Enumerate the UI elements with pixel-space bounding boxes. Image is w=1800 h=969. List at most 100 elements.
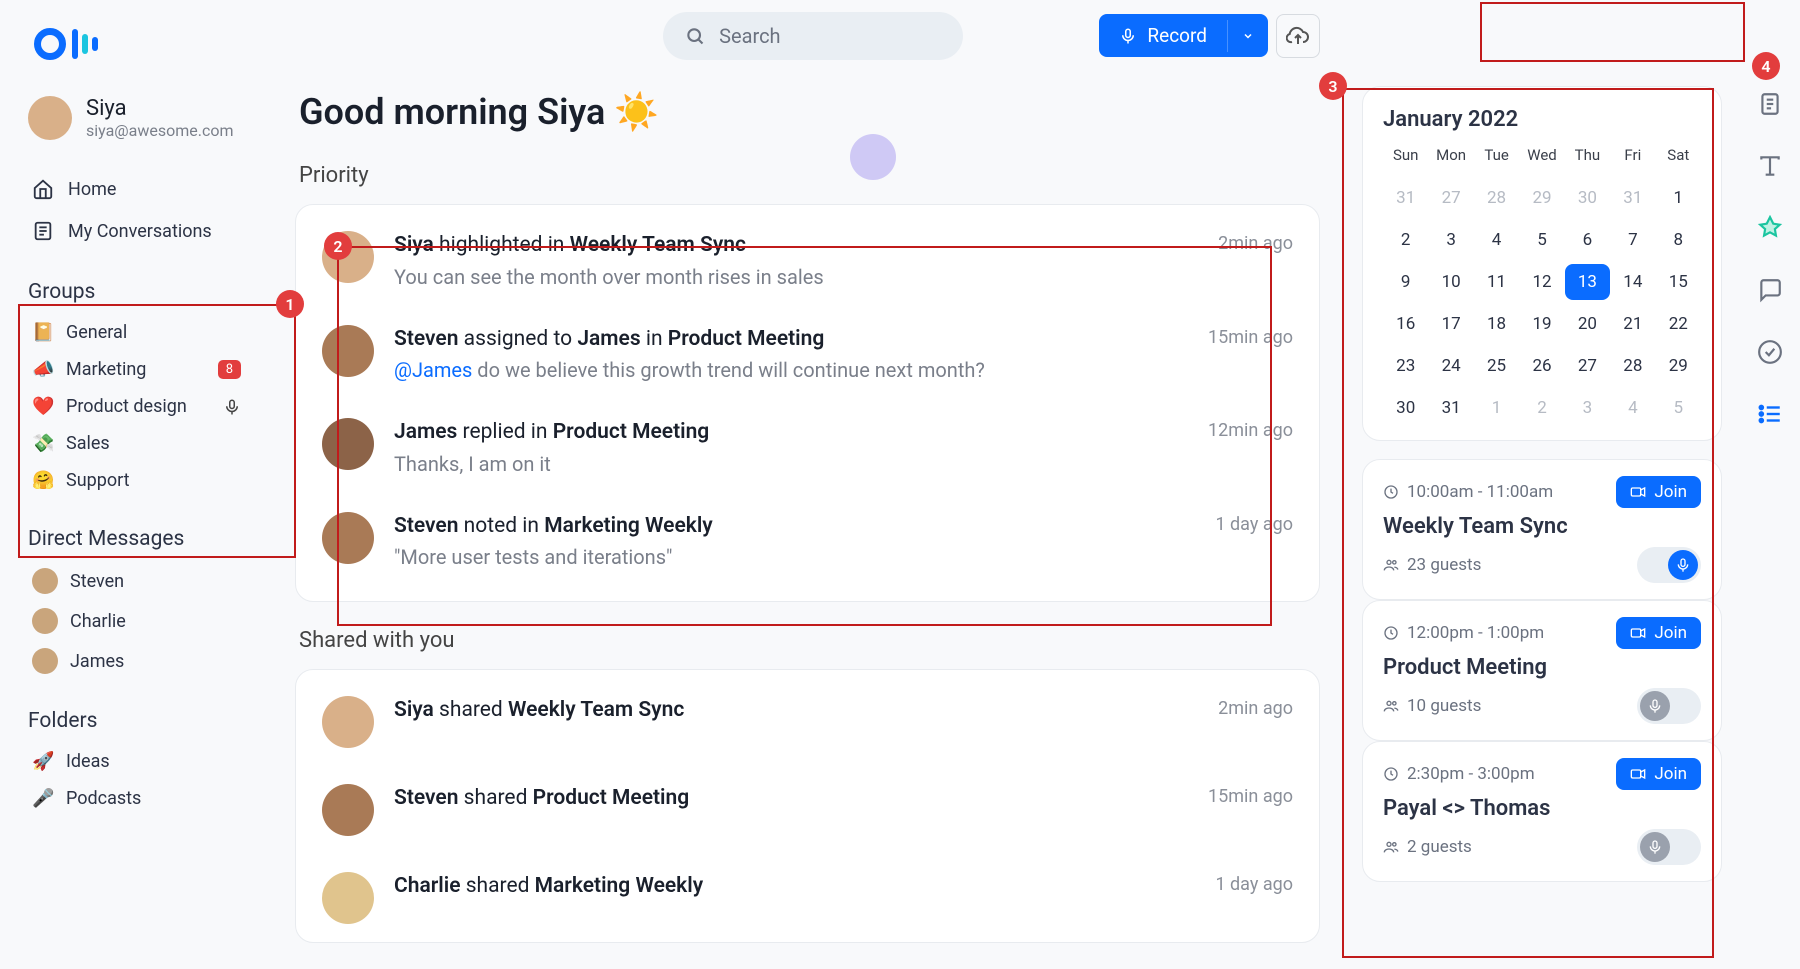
feed-row[interactable]: Siya highlighted in Weekly Team SyncYou … (318, 213, 1297, 306)
calendar-day[interactable]: 25 (1474, 348, 1519, 384)
search-input[interactable]: Search (663, 12, 963, 60)
calendar-day[interactable]: 5 (1656, 390, 1701, 426)
folder-emoji: 🚀 (32, 751, 54, 772)
calendar-day[interactable]: 30 (1565, 180, 1610, 216)
calendar-day[interactable]: 6 (1565, 222, 1610, 258)
calendar-day[interactable]: 29 (1656, 348, 1701, 384)
group-item-sales[interactable]: 💸Sales (28, 425, 245, 462)
calendar-day[interactable]: 4 (1474, 222, 1519, 258)
check-circle-icon[interactable] (1756, 338, 1784, 366)
dm-item-james[interactable]: James (28, 641, 245, 681)
calendar-day[interactable]: 27 (1428, 180, 1473, 216)
calendar-day[interactable]: 24 (1428, 348, 1473, 384)
calendar-day[interactable]: 13 (1565, 264, 1610, 300)
group-item-marketing[interactable]: 📣Marketing8 (28, 351, 245, 388)
join-button[interactable]: Join (1616, 617, 1701, 649)
calendar-dow: Fri (1610, 142, 1655, 174)
calendar-day[interactable]: 20 (1565, 306, 1610, 342)
record-group: Record (1099, 14, 1320, 58)
dm-item-steven[interactable]: Steven (28, 561, 245, 601)
calendar-day[interactable]: 19 (1519, 306, 1564, 342)
record-toggle[interactable] (1637, 829, 1701, 865)
calendar-day[interactable]: 10 (1428, 264, 1473, 300)
calendar-day[interactable]: 17 (1428, 306, 1473, 342)
calendar-day[interactable]: 23 (1383, 348, 1428, 384)
shared-heading: Shared with you (299, 628, 1320, 653)
record-toggle[interactable] (1637, 547, 1701, 583)
meeting-time: 10:00am - 11:00am (1383, 482, 1553, 502)
join-button[interactable]: Join (1616, 758, 1701, 790)
calendar-day[interactable]: 4 (1610, 390, 1655, 426)
calendar-day[interactable]: 16 (1383, 306, 1428, 342)
join-button[interactable]: Join (1616, 476, 1701, 508)
list-icon[interactable] (1756, 400, 1784, 428)
avatar (322, 418, 374, 470)
meeting-time: 2:30pm - 3:00pm (1383, 764, 1535, 784)
calendar-day[interactable]: 31 (1428, 390, 1473, 426)
calendar-day[interactable]: 15 (1656, 264, 1701, 300)
feed-row[interactable]: Siya shared Weekly Team Sync2min ago (318, 678, 1297, 766)
calendar-title: January 2022 (1383, 107, 1701, 132)
comment-icon[interactable] (1756, 276, 1784, 304)
calendar-day[interactable]: 27 (1565, 348, 1610, 384)
calendar-day[interactable]: 31 (1383, 180, 1428, 216)
feed-row[interactable]: James replied in Product MeetingThanks, … (318, 400, 1297, 493)
calendar-day[interactable]: 11 (1474, 264, 1519, 300)
highlight-icon[interactable] (1756, 214, 1784, 242)
annotation-badge-4: 4 (1752, 52, 1780, 80)
folder-item-podcasts[interactable]: 🎤Podcasts (28, 780, 245, 817)
group-item-general[interactable]: 📔General (28, 314, 245, 351)
record-caret[interactable] (1227, 20, 1268, 52)
calendar-day[interactable]: 29 (1519, 180, 1564, 216)
nav-home-label: Home (68, 179, 116, 200)
calendar-day[interactable]: 30 (1383, 390, 1428, 426)
upload-button[interactable] (1276, 14, 1320, 58)
nav-my-conversations[interactable]: My Conversations (28, 210, 245, 252)
calendar-day[interactable]: 21 (1610, 306, 1655, 342)
calendar: January 2022 SunMonTueWedThuFriSat312728… (1362, 86, 1722, 441)
notes-icon[interactable] (1756, 90, 1784, 118)
calendar-day[interactable]: 7 (1610, 222, 1655, 258)
calendar-dow: Wed (1519, 142, 1564, 174)
calendar-day[interactable]: 2 (1383, 222, 1428, 258)
group-item-product-design[interactable]: ❤️Product design (28, 388, 245, 425)
text-icon[interactable] (1756, 152, 1784, 180)
profile-block[interactable]: Siya siya@awesome.com (28, 96, 245, 140)
feed-row[interactable]: Steven noted in Marketing Weekly"More us… (318, 494, 1297, 587)
calendar-day[interactable]: 2 (1519, 390, 1564, 426)
record-toggle[interactable] (1637, 688, 1701, 724)
avatar (322, 512, 374, 564)
calendar-day[interactable]: 22 (1656, 306, 1701, 342)
calendar-day[interactable]: 1 (1474, 390, 1519, 426)
annotation-badge-1: 1 (276, 290, 304, 318)
folders-heading: Folders (28, 709, 245, 733)
nav-home[interactable]: Home (28, 168, 245, 210)
feed-row[interactable]: Steven shared Product Meeting15min ago (318, 766, 1297, 854)
calendar-day[interactable]: 1 (1656, 180, 1701, 216)
calendar-day[interactable]: 8 (1656, 222, 1701, 258)
calendar-day[interactable]: 9 (1383, 264, 1428, 300)
dm-item-charlie[interactable]: Charlie (28, 601, 245, 641)
logo[interactable] (28, 28, 245, 60)
top-bar: Search Record (295, 10, 1320, 61)
calendar-day[interactable]: 3 (1565, 390, 1610, 426)
calendar-day[interactable]: 28 (1474, 180, 1519, 216)
feed-time: 1 day ago (1215, 872, 1293, 924)
calendar-day[interactable]: 12 (1519, 264, 1564, 300)
group-item-support[interactable]: 🤗Support (28, 462, 245, 499)
meeting-card: 10:00am - 11:00amJoinWeekly Team Sync23 … (1362, 459, 1722, 600)
feed-row[interactable]: Charlie shared Marketing Weekly1 day ago (318, 854, 1297, 942)
calendar-day[interactable]: 31 (1610, 180, 1655, 216)
calendar-day[interactable]: 18 (1474, 306, 1519, 342)
feed-title: Steven assigned to James in Product Meet… (394, 325, 1188, 354)
feed-row[interactable]: Steven assigned to James in Product Meet… (318, 307, 1297, 400)
calendar-dow: Sat (1656, 142, 1701, 174)
calendar-day[interactable]: 3 (1428, 222, 1473, 258)
calendar-day[interactable]: 26 (1519, 348, 1564, 384)
calendar-day[interactable]: 5 (1519, 222, 1564, 258)
record-button[interactable]: Record (1099, 14, 1268, 57)
meeting-guests: 10 guests (1383, 696, 1481, 716)
folder-item-ideas[interactable]: 🚀Ideas (28, 743, 245, 780)
calendar-day[interactable]: 14 (1610, 264, 1655, 300)
calendar-day[interactable]: 28 (1610, 348, 1655, 384)
